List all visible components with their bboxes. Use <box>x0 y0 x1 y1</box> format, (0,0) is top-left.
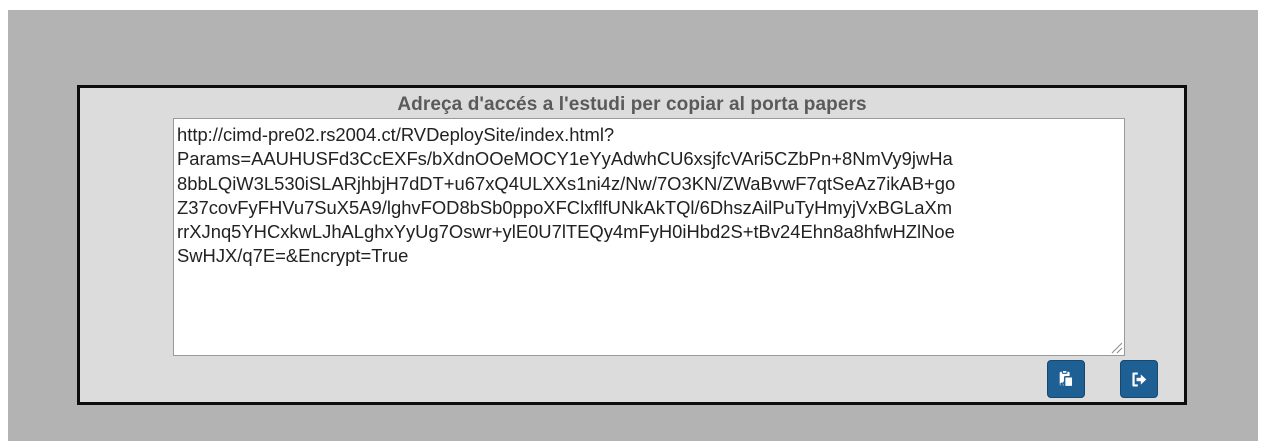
resize-grip-icon[interactable] <box>1109 340 1123 354</box>
exit-button[interactable] <box>1120 360 1158 398</box>
study-access-dialog: Adreça d'accés a l'estudi per copiar al … <box>77 85 1187 405</box>
study-url-textarea[interactable] <box>173 118 1125 356</box>
modal-overlay: Adreça d'accés a l'estudi per copiar al … <box>8 10 1258 441</box>
copy-to-clipboard-button[interactable] <box>1047 360 1085 398</box>
clipboard-paste-icon <box>1059 370 1074 388</box>
sign-out-icon <box>1131 371 1146 387</box>
dialog-title: Adreça d'accés a l'estudi per copiar al … <box>397 94 867 115</box>
